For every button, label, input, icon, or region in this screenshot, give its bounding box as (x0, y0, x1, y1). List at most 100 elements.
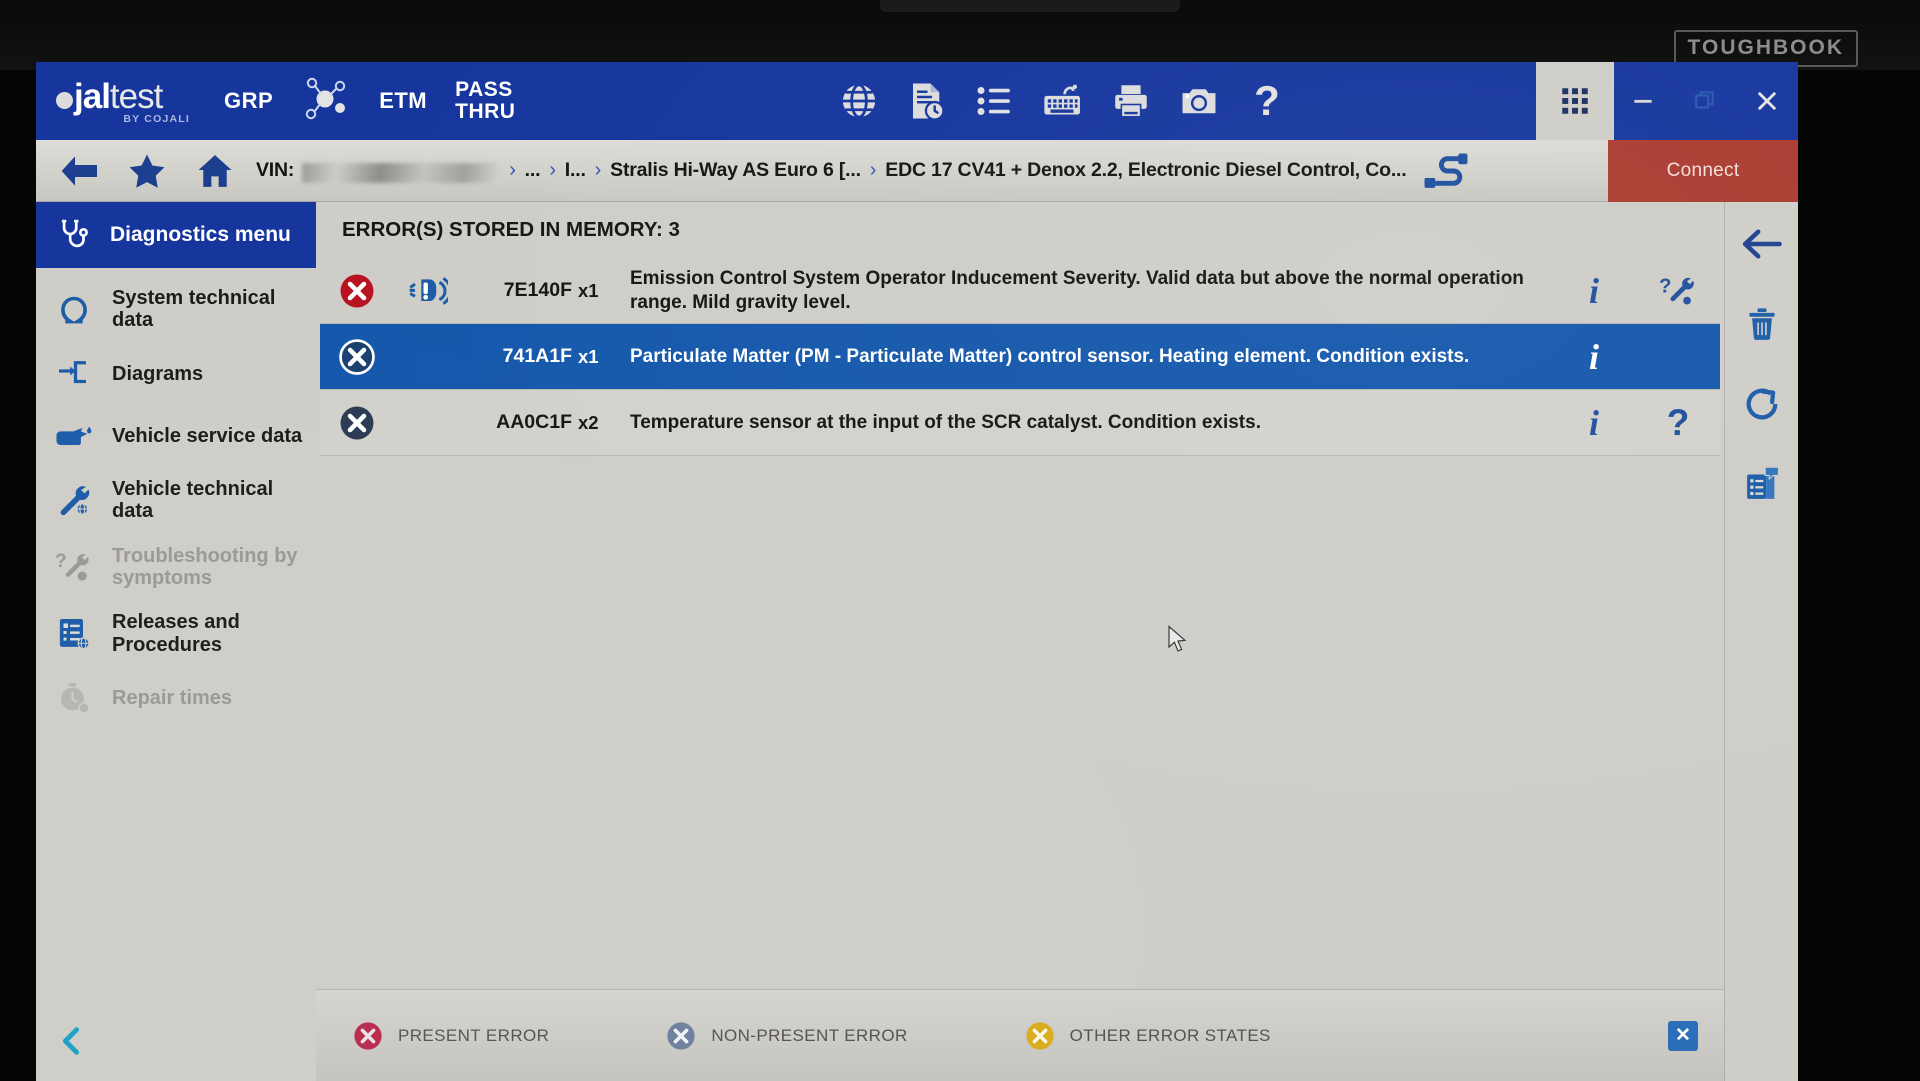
bezel-notch (880, 0, 1180, 12)
back-arrow-icon[interactable] (58, 150, 100, 192)
info-icon[interactable]: i (1552, 405, 1636, 441)
breadcrumb-separator: › (594, 159, 602, 181)
breadcrumb-separator: › (869, 159, 877, 181)
star-icon[interactable] (126, 150, 168, 192)
printer-icon[interactable] (1108, 78, 1154, 124)
breadcrumb-segment-0[interactable]: ... (525, 159, 541, 182)
pass-thru-line2: THRU (455, 100, 516, 123)
circle-x-icon (1026, 1021, 1054, 1050)
apps-grid-icon[interactable] (1536, 62, 1614, 140)
circle-x-dark-icon (320, 404, 394, 442)
logo-bold-text: jal (74, 77, 111, 116)
vin-label: VIN: (256, 159, 295, 181)
sidebar-item-troubleshooting-by-symptoms[interactable]: ? Troubleshooting by symptoms (36, 534, 316, 601)
legend-label: NON-PRESENT ERROR (711, 1025, 908, 1045)
document-history-icon[interactable] (904, 78, 950, 124)
error-code: 741A1F (502, 345, 572, 367)
svg-text:?: ? (1659, 274, 1672, 297)
back-arrow-icon[interactable] (1736, 218, 1788, 270)
sidebar-item-list: System technical data Diagrams Vehicle s… (36, 268, 316, 1001)
close-button[interactable] (1736, 62, 1798, 140)
camera-icon[interactable] (1176, 78, 1222, 124)
top-toolbar-icons: ? (836, 62, 1290, 140)
sidebar-item-releases-and-procedures[interactable]: Releases and Procedures (36, 600, 316, 667)
sidebar-item-vehicle-technical-data[interactable]: Vehicle technical data (36, 467, 316, 534)
logo-light-text: test (109, 77, 163, 116)
error-panel: ERROR(S) STORED IN MEMORY: 3 7E140F x1 E… (316, 202, 1724, 1081)
breadcrumb-segment-3[interactable]: EDC 17 CV41 + Denox 2.2, Electronic Dies… (885, 159, 1406, 182)
pass-thru-button[interactable]: PASS THRU (455, 78, 516, 123)
window-controls (1612, 62, 1798, 140)
breadcrumb-segment-2[interactable]: Stralis Hi-Way AS Euro 6 [... (610, 159, 861, 182)
vin-value-redacted (302, 162, 499, 183)
sidebar-item-diagrams[interactable]: Diagrams (36, 343, 316, 405)
legend-close-button[interactable]: ✕ (1668, 1020, 1698, 1051)
release-document-icon (52, 616, 96, 652)
info-icon[interactable]: i (1552, 339, 1636, 375)
sidebar-item-system-technical-data[interactable]: System technical data (36, 276, 316, 343)
etm-button[interactable]: ETM (379, 89, 427, 112)
breadcrumb-separator: › (549, 159, 556, 181)
sidebar-collapse-button[interactable] (36, 1001, 316, 1081)
laptop-bezel (0, 0, 1920, 70)
legend-label: PRESENT ERROR (398, 1025, 550, 1045)
keyboard-icon[interactable] (1040, 78, 1086, 124)
report-icon[interactable] (1736, 458, 1788, 510)
info-icon[interactable]: i (1552, 273, 1636, 309)
circle-x-white-icon (320, 338, 394, 376)
connect-button[interactable]: Connect (1608, 140, 1798, 202)
omega-icon (52, 291, 96, 327)
sidebar-item-label: Troubleshooting by symptoms (112, 544, 298, 589)
list-icon[interactable] (972, 78, 1018, 124)
top-toolbar: jal test BY COJALI GRP ETM PASS THRU ? (36, 62, 1798, 140)
circle-x-red-icon (320, 272, 394, 310)
grp-button[interactable]: GRP (224, 89, 273, 112)
error-code: 7E140F (503, 279, 572, 301)
table-row[interactable]: 741A1F x1 Particulate Matter (PM - Parti… (320, 324, 1720, 390)
sidebar-item-label: System technical data (112, 287, 276, 332)
network-node-icon[interactable] (299, 76, 351, 127)
table-row[interactable]: AA0C1F x2 Temperature sensor at the inpu… (320, 390, 1720, 456)
help-question-icon[interactable]: ? (1636, 404, 1720, 441)
right-toolbar (1724, 202, 1798, 1081)
sidebar-item-label: Repair times (112, 686, 233, 709)
sidebar-item-vehicle-service-data[interactable]: Vehicle service data (36, 405, 316, 467)
breadcrumb-segment-1[interactable]: I... (565, 159, 586, 182)
sidebar-item-label: Vehicle technical data (112, 477, 274, 523)
stopwatch-icon (52, 680, 96, 716)
svg-text:?: ? (55, 551, 67, 572)
jaltest-logo[interactable]: jal test BY COJALI (56, 77, 196, 125)
circle-x-icon (354, 1021, 382, 1050)
sidebar-item-repair-times[interactable]: Repair times (36, 667, 316, 729)
refresh-icon[interactable] (1736, 378, 1788, 430)
oil-can-icon (52, 420, 96, 452)
breadcrumb: VIN: › ... › I... › Stralis Hi-Way AS Eu… (256, 151, 1469, 191)
legend-item-non-present-error: NON-PRESENT ERROR (665, 1020, 907, 1052)
page-title: ERROR(S) STORED IN MEMORY: 3 (316, 202, 1724, 258)
minimize-button[interactable] (1612, 62, 1674, 140)
content-area: ERROR(S) STORED IN MEMORY: 3 7E140F x1 E… (316, 202, 1798, 1081)
diagram-arrow-icon (52, 356, 96, 392)
sidebar-header-label: Diagnostics menu (110, 223, 291, 246)
error-list: 7E140F x1 Emission Control System Operat… (316, 258, 1724, 989)
breadcrumb-bar: VIN: › ... › I... › Stralis Hi-Way AS Eu… (36, 140, 1798, 202)
restore-button[interactable] (1674, 62, 1736, 140)
troubleshooting-wrench-icon[interactable]: ? (1636, 273, 1720, 309)
help-question-icon[interactable]: ? (1244, 78, 1290, 124)
jaltest-application-window: jal test BY COJALI GRP ETM PASS THRU ? V… (36, 62, 1798, 1081)
trash-icon[interactable] (1736, 298, 1788, 350)
breadcrumb-nav-icons (58, 150, 236, 192)
table-row[interactable]: 7E140F x1 Emission Control System Operat… (320, 258, 1720, 324)
error-quantity: x2 (578, 411, 599, 433)
sidebar-header[interactable]: Diagnostics menu (36, 202, 316, 268)
home-icon[interactable] (194, 150, 236, 192)
sidebar: Diagnostics menu System technical data D… (36, 202, 316, 1081)
warning-indicator-icon (394, 272, 458, 310)
error-description: Temperature sensor at the input of the S… (630, 411, 1261, 433)
legend-label: OTHER ERROR STATES (1069, 1025, 1271, 1045)
connector-cable-icon[interactable] (1423, 151, 1469, 191)
globe-icon[interactable] (836, 78, 882, 124)
screen: TOUGHBOOK jal test BY COJALI GRP ETM PAS… (0, 0, 1920, 1081)
legend-item-other-error-states: OTHER ERROR STATES (1024, 1020, 1271, 1052)
wrench-globe-icon (52, 482, 96, 518)
